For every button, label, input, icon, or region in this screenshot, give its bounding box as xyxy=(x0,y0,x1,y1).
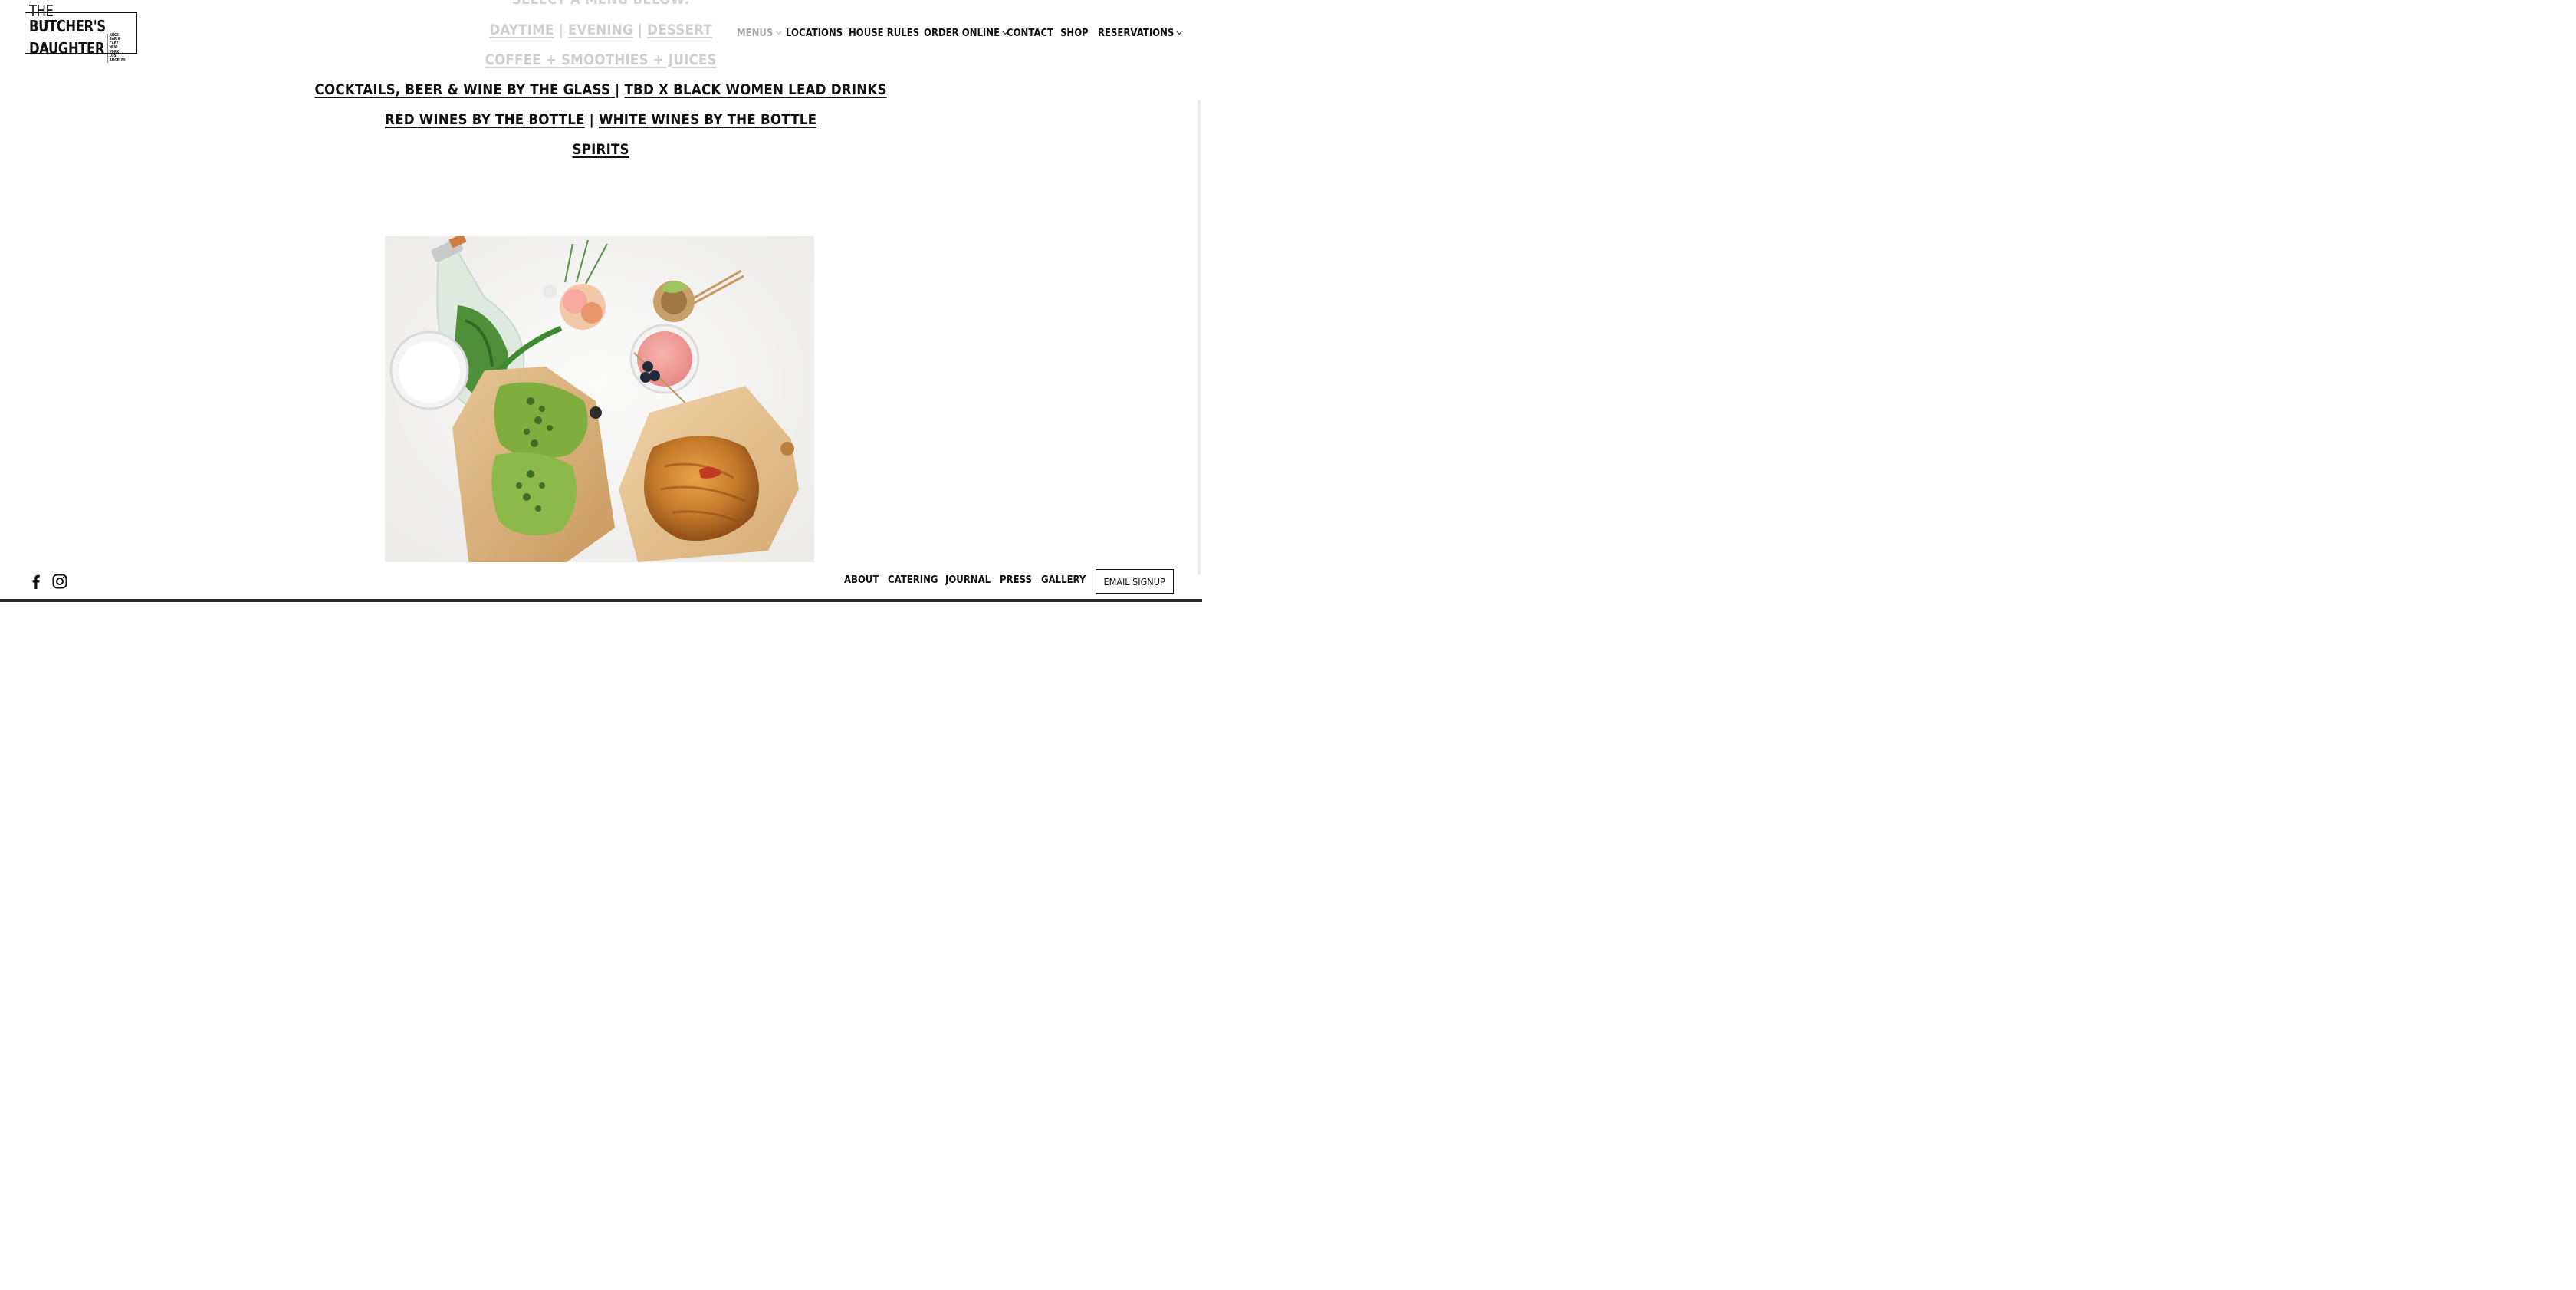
nav-item-house-rules[interactable]: HOUSE RULES xyxy=(849,28,919,39)
footer-link-press[interactable]: PRESS xyxy=(1000,574,1032,586)
footer-link-about[interactable]: ABOUT xyxy=(844,574,879,586)
logo-text-daughter: DAUGHTER xyxy=(29,39,105,58)
logo-text-butchers: BUTCHER'S xyxy=(29,16,106,35)
site-logo[interactable]: THE BUTCHER'S DAUGHTER JUICE BAR & CAFE … xyxy=(25,3,137,64)
menu-link-red-wines[interactable]: RED WINES BY THE BOTTLE xyxy=(385,111,585,128)
menu-row-5: SPIRITS xyxy=(72,141,1130,158)
menu-separator: | xyxy=(615,81,620,98)
scrollbar[interactable] xyxy=(1198,100,1201,575)
nav-item-menus[interactable]: MENUS xyxy=(737,28,782,39)
facebook-icon[interactable] xyxy=(28,573,44,590)
footer-link-journal[interactable]: JOURNAL xyxy=(945,574,991,586)
email-signup-button[interactable]: EMAIL SIGNUP xyxy=(1096,569,1174,594)
logo-wordmark: THE BUTCHER'S DAUGHTER JUICE BAR & CAFE … xyxy=(29,3,126,64)
chevron-down-icon xyxy=(1176,28,1183,35)
menu-link-spirits[interactable]: SPIRITS xyxy=(572,141,629,158)
site-header: THE BUTCHER'S DAUGHTER JUICE BAR & CAFE … xyxy=(0,0,1202,69)
menu-link-white-wines[interactable]: WHITE WINES BY THE BOTTLE xyxy=(599,111,816,128)
window-bottom-edge xyxy=(0,599,1202,602)
nav-item-order-online[interactable]: ORDER ONLINE xyxy=(924,28,1009,39)
logo-tagline: JUICE BAR & CAFE NEW YORK LOS ANGELES xyxy=(107,33,126,64)
page: SELECT A MENU BELOW: DAYTIME | EVENING |… xyxy=(0,0,1202,602)
menu-row-4: RED WINES BY THE BOTTLE | WHITE WINES BY… xyxy=(72,111,1130,128)
menu-row-3: COCKTAILS, BEER & WINE BY THE GLASS | TB… xyxy=(72,81,1130,98)
nav-item-shop[interactable]: SHOP xyxy=(1060,28,1089,39)
nav-item-reservations[interactable]: RESERVATIONS xyxy=(1098,28,1183,39)
menu-link-tbd-black-women-lead-drinks[interactable]: TBD X BLACK WOMEN LEAD DRINKS xyxy=(624,81,886,98)
site-footer: ABOUT CATERING JOURNAL PRESS GALLERY EMA… xyxy=(0,564,1202,599)
instagram-icon[interactable] xyxy=(51,573,68,590)
nav-item-locations[interactable]: LOCATIONS xyxy=(786,28,843,39)
footer-link-gallery[interactable]: GALLERY xyxy=(1041,574,1086,586)
chevron-down-icon xyxy=(775,28,782,35)
footer-link-catering[interactable]: CATERING xyxy=(888,574,938,586)
food-photo xyxy=(385,236,814,562)
menu-separator: | xyxy=(589,111,594,128)
nav-item-contact[interactable]: CONTACT xyxy=(1007,28,1053,39)
food-photo-illustration xyxy=(385,236,814,562)
menu-link-cocktails-beer-wine[interactable]: COCKTAILS, BEER & WINE BY THE GLASS xyxy=(315,81,616,98)
white-glass xyxy=(389,331,469,410)
